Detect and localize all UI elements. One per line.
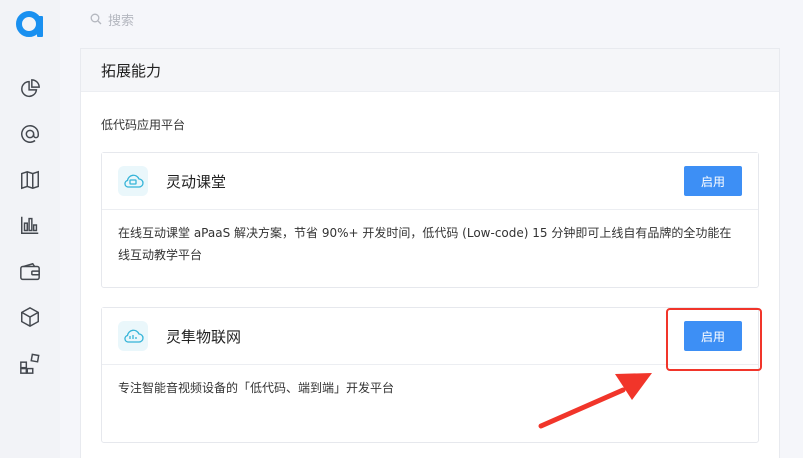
extensions-panel: 拓展能力 低代码应用平台 灵动课堂 启用 在线互动课堂 aPaaS 解决方案，节…: [80, 48, 780, 458]
search-box[interactable]: 搜索: [90, 9, 134, 29]
brand-logo-icon[interactable]: [16, 11, 44, 37]
cloud-classroom-icon: [118, 166, 148, 196]
apps-grid-icon[interactable]: [18, 352, 42, 376]
highlight-box: [666, 308, 762, 371]
panel-title: 拓展能力: [81, 49, 779, 92]
dashboard-pie-icon[interactable]: [18, 77, 42, 101]
pointer-arrow-icon: [538, 373, 652, 429]
search-icon: [90, 13, 102, 25]
section-label: 低代码应用平台: [101, 118, 186, 132]
map-icon[interactable]: [18, 168, 42, 192]
card-description: 专注智能音视频设备的「低代码、端到端」开发平台: [118, 381, 395, 395]
sidebar: [0, 0, 60, 458]
bar-chart-icon[interactable]: [18, 213, 42, 237]
card-title: 灵隼物联网: [166, 327, 242, 346]
enable-button[interactable]: 启用: [684, 166, 742, 196]
cloud-iot-icon: [118, 321, 148, 351]
cube-icon[interactable]: [18, 305, 42, 329]
card-description: 在线互动课堂 aPaaS 解决方案，节省 90%+ 开发时间，低代码 (Low-…: [118, 226, 732, 262]
card-header: 灵动课堂 启用: [102, 153, 758, 210]
at-sign-icon[interactable]: [18, 122, 42, 146]
wallet-icon[interactable]: [18, 260, 42, 284]
card-header: 灵隼物联网 启用: [102, 308, 758, 365]
card-iot-platform: 灵隼物联网 启用 专注智能音视频设备的「低代码、端到端」开发平台: [101, 307, 759, 443]
top-bar: 搜索: [60, 0, 803, 38]
card-title: 灵动课堂: [166, 172, 227, 191]
card-flexible-classroom: 灵动课堂 启用 在线互动课堂 aPaaS 解决方案，节省 90%+ 开发时间，低…: [101, 152, 759, 288]
search-input[interactable]: 搜索: [108, 10, 134, 29]
